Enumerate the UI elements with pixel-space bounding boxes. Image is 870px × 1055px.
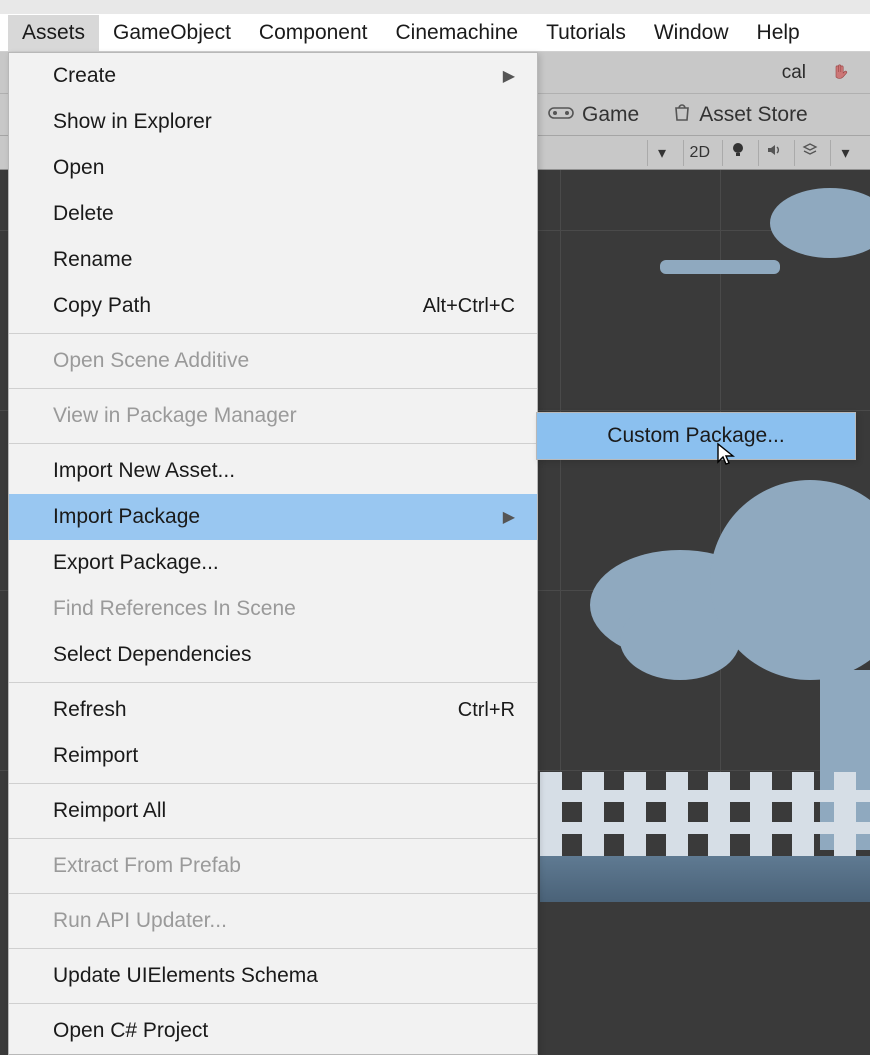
- menu-item-refresh[interactable]: Refresh Ctrl+R: [9, 687, 537, 733]
- import-package-submenu: Custom Package...: [536, 412, 856, 460]
- menu-item-open-scene-additive: Open Scene Additive: [9, 338, 537, 384]
- menu-item-open-csharp-project[interactable]: Open C# Project: [9, 1008, 537, 1054]
- menu-shortcut: Alt+Ctrl+C: [423, 295, 515, 318]
- scene-cloud: [770, 188, 870, 258]
- scene-ground: [540, 856, 870, 902]
- pivot-mode-selector[interactable]: cal: [772, 58, 816, 88]
- hand-tool-button[interactable]: [820, 58, 860, 88]
- menu-shortcut: Ctrl+R: [458, 699, 515, 722]
- menu-item-reimport-all[interactable]: Reimport All: [9, 788, 537, 834]
- scene-more-dropdown[interactable]: ▾: [830, 140, 860, 166]
- menubar-item-gameobject[interactable]: GameObject: [99, 15, 245, 51]
- menu-item-reimport[interactable]: Reimport: [9, 733, 537, 779]
- menu-item-label: Import New Asset...: [53, 459, 235, 483]
- menu-item-copy-path[interactable]: Copy Path Alt+Ctrl+C: [9, 283, 537, 329]
- tab-game-label: Game: [582, 103, 639, 127]
- menu-item-label: Import Package: [53, 505, 200, 529]
- menu-item-label: Run API Updater...: [53, 909, 227, 933]
- tab-asset-store-label: Asset Store: [699, 103, 808, 127]
- gamepad-icon: [548, 103, 574, 127]
- menubar-item-cinemachine[interactable]: Cinemachine: [382, 15, 533, 51]
- menu-separator: [9, 893, 537, 894]
- scene-audio-toggle[interactable]: [758, 140, 788, 166]
- lightbulb-icon: [731, 142, 745, 163]
- pivot-mode-label: cal: [782, 62, 806, 84]
- menu-item-show-in-explorer[interactable]: Show in Explorer: [9, 99, 537, 145]
- menu-separator: [9, 948, 537, 949]
- menu-item-create[interactable]: Create ▶: [9, 53, 537, 99]
- menu-item-label: Update UIElements Schema: [53, 964, 318, 988]
- menu-item-find-references-in-scene: Find References In Scene: [9, 586, 537, 632]
- menu-item-rename[interactable]: Rename: [9, 237, 537, 283]
- menu-item-label: Open: [53, 156, 104, 180]
- chevron-right-icon: ▶: [503, 507, 515, 527]
- menu-item-label: Show in Explorer: [53, 110, 212, 134]
- assets-dropdown-menu: Create ▶ Show in Explorer Open Delete Re…: [8, 52, 538, 1055]
- menu-item-import-new-asset[interactable]: Import New Asset...: [9, 448, 537, 494]
- menu-item-label: View in Package Manager: [53, 404, 297, 428]
- menu-item-label: Custom Package...: [607, 424, 784, 448]
- layers-icon: [802, 143, 818, 162]
- menubar-item-component[interactable]: Component: [245, 15, 382, 51]
- menubar-item-assets[interactable]: Assets: [8, 15, 99, 51]
- menu-bar: Assets GameObject Component Cinemachine …: [0, 14, 870, 52]
- menu-item-select-dependencies[interactable]: Select Dependencies: [9, 632, 537, 678]
- menu-separator: [9, 783, 537, 784]
- menu-item-open[interactable]: Open: [9, 145, 537, 191]
- title-bar: [0, 0, 870, 14]
- menubar-item-window[interactable]: Window: [640, 15, 743, 51]
- menu-item-label: Select Dependencies: [53, 643, 251, 667]
- menu-item-label: Extract From Prefab: [53, 854, 241, 878]
- hand-icon: [830, 65, 850, 81]
- tab-game[interactable]: Game: [540, 99, 647, 131]
- scene-fence: [540, 772, 870, 862]
- menu-item-label: Reimport: [53, 744, 138, 768]
- menu-item-label: Copy Path: [53, 294, 151, 318]
- menu-item-label: Export Package...: [53, 551, 219, 575]
- menu-item-label: Create: [53, 64, 116, 88]
- menu-separator: [9, 333, 537, 334]
- menu-item-delete[interactable]: Delete: [9, 191, 537, 237]
- menu-item-label: Rename: [53, 248, 132, 272]
- scene-effects-toggle[interactable]: [794, 140, 824, 166]
- menu-separator: [9, 838, 537, 839]
- menu-item-view-in-package-manager: View in Package Manager: [9, 393, 537, 439]
- scene-platform: [660, 260, 780, 274]
- submenu-item-custom-package[interactable]: Custom Package...: [537, 413, 855, 459]
- menu-separator: [9, 443, 537, 444]
- menu-item-extract-from-prefab: Extract From Prefab: [9, 843, 537, 889]
- chevron-right-icon: ▶: [503, 66, 515, 86]
- menu-item-import-package[interactable]: Import Package ▶: [9, 494, 537, 540]
- tab-asset-store[interactable]: Asset Store: [665, 98, 816, 132]
- menu-item-label: Find References In Scene: [53, 597, 296, 621]
- menu-item-label: Open C# Project: [53, 1019, 208, 1043]
- menu-item-run-api-updater: Run API Updater...: [9, 898, 537, 944]
- bag-icon: [673, 102, 691, 128]
- menu-separator: [9, 1003, 537, 1004]
- menubar-item-help[interactable]: Help: [743, 15, 814, 51]
- menu-separator: [9, 388, 537, 389]
- mode-2d-toggle[interactable]: 2D: [683, 140, 716, 166]
- menu-separator: [9, 682, 537, 683]
- menu-item-update-uielements-schema[interactable]: Update UIElements Schema: [9, 953, 537, 999]
- menu-item-label: Delete: [53, 202, 114, 226]
- menu-item-label: Refresh: [53, 698, 127, 722]
- menu-item-export-package[interactable]: Export Package...: [9, 540, 537, 586]
- scene-lighting-toggle[interactable]: [722, 140, 752, 166]
- speaker-icon: [766, 143, 782, 162]
- menu-item-label: Open Scene Additive: [53, 349, 249, 373]
- menubar-item-tutorials[interactable]: Tutorials: [532, 15, 640, 51]
- menu-item-label: Reimport All: [53, 799, 166, 823]
- shading-mode-dropdown[interactable]: ▾: [647, 140, 677, 166]
